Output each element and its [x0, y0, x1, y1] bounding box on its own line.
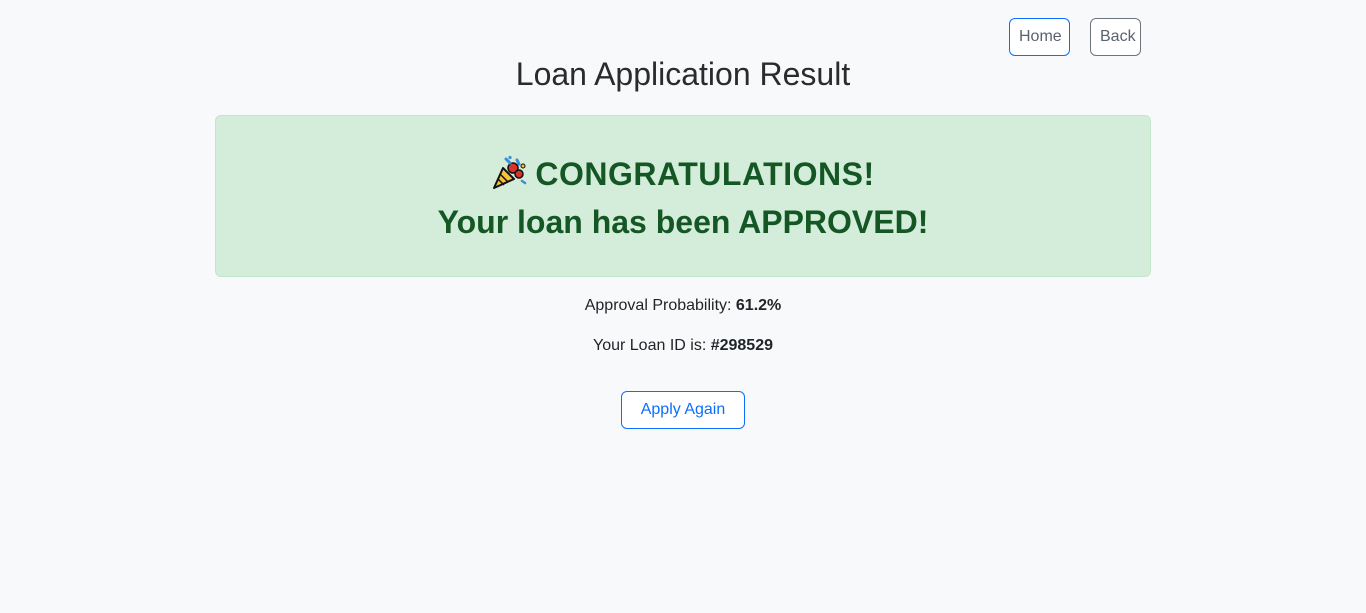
back-button[interactable]: Back — [1090, 18, 1141, 56]
approval-status: APPROVED — [738, 204, 918, 240]
result-alert: CONGRATULATIONS! Your loan has been APPR… — [215, 115, 1151, 277]
apply-again-button[interactable]: Apply Again — [621, 391, 745, 429]
loan-id: Your Loan ID is: #298529 — [0, 335, 1366, 357]
approval-probability-value: 61.2% — [735, 297, 782, 314]
loan-id-value: #298529 — [710, 337, 773, 354]
approval-probability: Approval Probability: 61.2% — [0, 295, 1366, 317]
party-popper-icon — [491, 155, 527, 191]
loan-id-label: Your Loan ID is: — [593, 337, 711, 354]
approval-probability-label: Approval Probability: — [584, 297, 736, 314]
approval-message: Your loan has been APPROVED! — [216, 202, 1150, 242]
headline-row: CONGRATULATIONS! — [216, 154, 1150, 194]
home-button[interactable]: Home — [1009, 18, 1070, 56]
approval-message-suffix: ! — [917, 204, 929, 240]
page: Home Back Loan Application Result CONGRA… — [0, 0, 1366, 613]
headline-text: CONGRATULATIONS! — [535, 156, 875, 192]
approval-message-prefix: Your loan has been — [437, 204, 739, 240]
page-title: Loan Application Result — [515, 56, 851, 92]
